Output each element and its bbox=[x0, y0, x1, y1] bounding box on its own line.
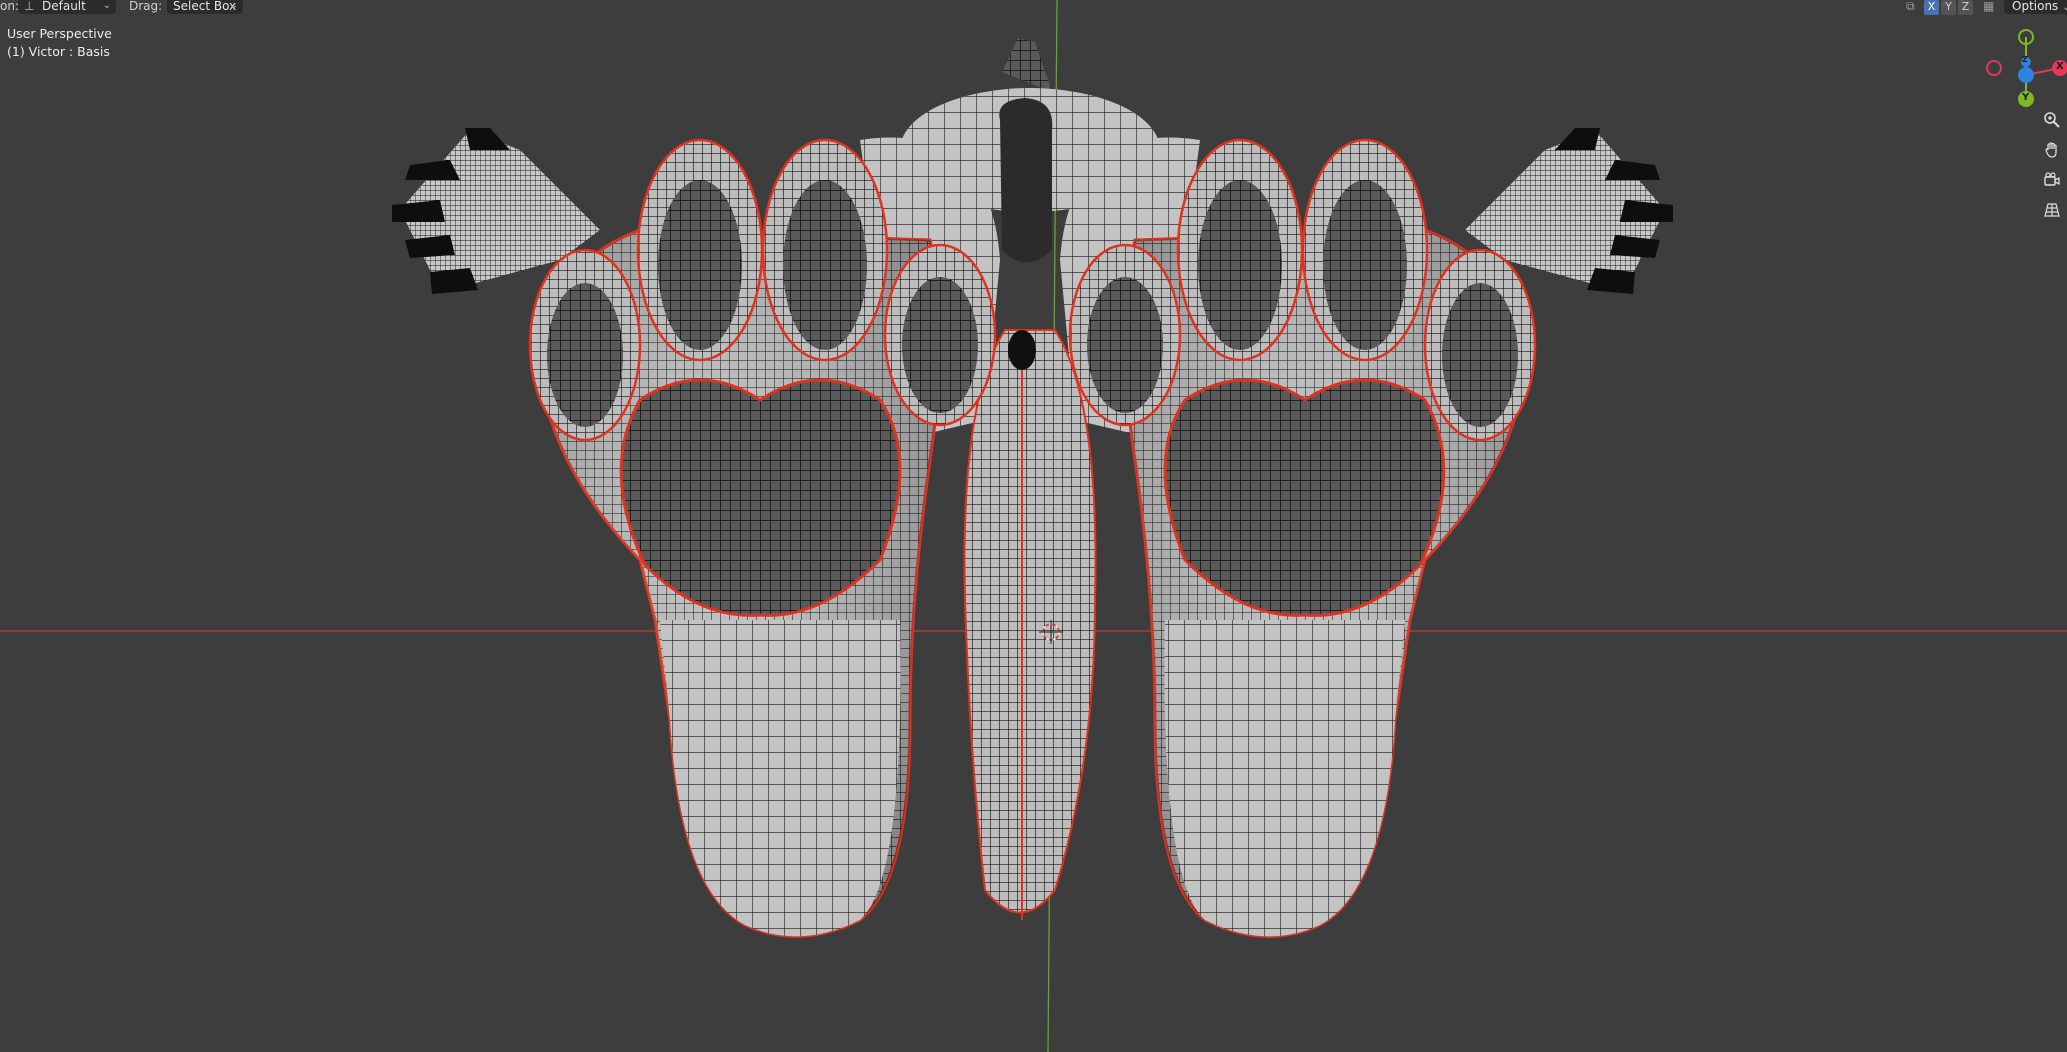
chevron-down-icon: ⌄ bbox=[229, 0, 238, 11]
gizmo-y-label: Y bbox=[2022, 92, 2030, 103]
gizmo-z-label: Z bbox=[2022, 55, 2028, 64]
object-info: (1) Victor : Basis bbox=[7, 44, 110, 59]
mirror-y-toggle[interactable]: Y bbox=[1941, 0, 1956, 15]
chevron-down-icon: ⌄ bbox=[102, 0, 111, 11]
drag-dropdown[interactable]: Select Box ⌄ bbox=[167, 0, 243, 14]
tail bbox=[963, 329, 1097, 914]
gizmo-z bbox=[2018, 67, 2034, 83]
options-dropdown[interactable]: Options ⌄ bbox=[2004, 0, 2067, 14]
viewport-header: on: ⊥ Default ⌄ Drag: Select Box ⌄ ⧉ X Y… bbox=[0, 0, 2067, 15]
mirror-x-toggle[interactable]: X bbox=[1924, 0, 1939, 15]
head-tip bbox=[1002, 38, 1052, 92]
mesh-scene[interactable] bbox=[0, 0, 2067, 1052]
mirror-z-toggle[interactable]: Z bbox=[1958, 0, 1973, 15]
right-foot bbox=[1068, 138, 1537, 938]
mirror-icon[interactable]: ⧉ bbox=[1906, 0, 1915, 13]
tail-base-dark bbox=[999, 98, 1053, 263]
options-label: Options bbox=[2012, 0, 2059, 13]
orientation-axis-icon: ⊥ bbox=[24, 0, 35, 13]
orientation-value: Default bbox=[42, 0, 86, 13]
gizmo-x-label: X bbox=[2056, 61, 2064, 72]
orientation-label: on: bbox=[0, 0, 19, 13]
grid-perspective-icon[interactable] bbox=[2040, 201, 2064, 225]
hand-pan-icon[interactable] bbox=[2040, 141, 2064, 165]
camera-icon[interactable] bbox=[2040, 171, 2064, 195]
view-name: User Perspective bbox=[7, 26, 112, 41]
orientation-dropdown[interactable]: ⊥ Default ⌄ bbox=[18, 0, 116, 14]
drag-value: Select Box bbox=[173, 0, 237, 13]
zoom-icon[interactable] bbox=[2040, 111, 2064, 135]
drag-label: Drag: bbox=[129, 0, 163, 13]
chevron-down-icon: ⌄ bbox=[2062, 2, 2067, 13]
left-foot bbox=[528, 138, 997, 938]
gizmo-neg-x bbox=[1986, 60, 2002, 76]
snap-icon[interactable]: ▦ bbox=[1983, 0, 1994, 13]
3d-viewport[interactable]: on: ⊥ Default ⌄ Drag: Select Box ⌄ ⧉ X Y… bbox=[0, 0, 2067, 1052]
